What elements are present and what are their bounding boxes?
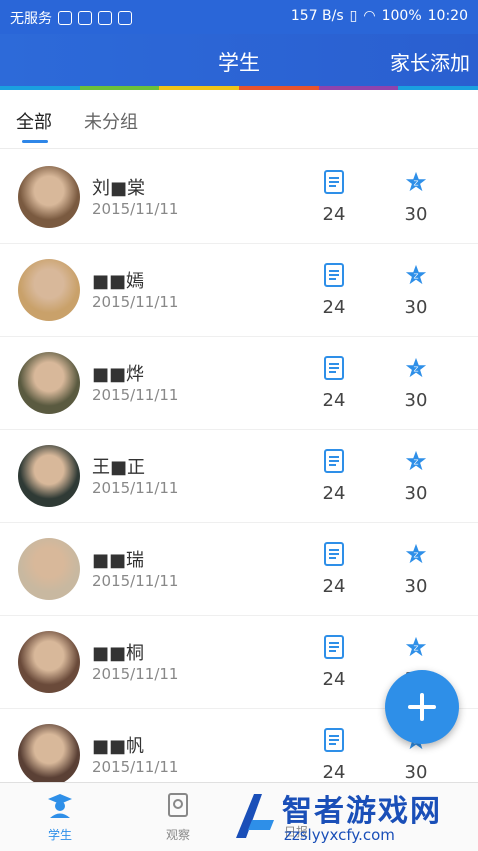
- student-avatar: [18, 724, 80, 782]
- student-avatar: [18, 166, 80, 228]
- star-icon: Z: [405, 357, 427, 378]
- svg-text:Z: Z: [413, 458, 418, 467]
- nav-label: 学生: [47, 828, 72, 842]
- nav-students[interactable]: 学生: [20, 791, 100, 843]
- vibrate-icon: ▯: [349, 8, 358, 24]
- active-tab-indicator: [22, 140, 48, 143]
- svg-text:Z: Z: [413, 179, 418, 188]
- wifi-icon: ◠: [363, 8, 376, 24]
- student-avatar: [18, 631, 80, 693]
- student-avatar: [18, 352, 80, 414]
- stars-count: 30: [404, 297, 428, 318]
- student-name: ■■烨: [92, 364, 145, 385]
- watermark-logo-icon: [236, 794, 274, 838]
- student-name: 刘■棠: [92, 178, 146, 199]
- student-name: ■■瑞: [92, 550, 145, 571]
- student-avatar: [18, 445, 80, 507]
- document-icon: [324, 449, 344, 473]
- parent-add-button[interactable]: 家长添加: [390, 47, 470, 76]
- star-icon: Z: [405, 450, 427, 471]
- app-header: 学生 家长添加: [0, 34, 478, 86]
- student-icon: [48, 794, 72, 818]
- student-date: 2015/11/11: [92, 665, 179, 683]
- svg-text:Z: Z: [413, 551, 418, 560]
- student-date: 2015/11/11: [92, 758, 179, 776]
- student-date: 2015/11/11: [92, 572, 179, 590]
- stars-count: 30: [404, 483, 428, 504]
- app-notification-icon: [78, 11, 92, 25]
- records-count: 24: [322, 576, 346, 597]
- records-count: 24: [322, 204, 346, 225]
- student-name: 王■正: [92, 457, 146, 478]
- student-avatar: [18, 259, 80, 321]
- student-row[interactable]: 王■正 2015/11/11 24 Z 30: [0, 429, 478, 523]
- nav-label: 观察: [165, 828, 190, 842]
- document-icon: [324, 356, 344, 380]
- tab-ungrouped[interactable]: 未分组: [84, 108, 138, 134]
- star-icon: Z: [405, 171, 427, 192]
- status-bar: 无服务 157 B/s ▯ ◠ 100% 10:20: [0, 0, 478, 34]
- student-avatar: [18, 538, 80, 600]
- student-date: 2015/11/11: [92, 386, 179, 404]
- stars-count: 30: [404, 390, 428, 411]
- student-date: 2015/11/11: [92, 200, 179, 218]
- carrier-text: 无服务: [10, 11, 52, 27]
- watermark-url: zzslyyxcfy.com: [284, 826, 395, 844]
- star-icon: Z: [405, 264, 427, 285]
- nav-observe[interactable]: 观察: [138, 791, 218, 843]
- student-name: ■■嫣: [92, 271, 145, 292]
- student-name: ■■桐: [92, 643, 145, 664]
- network-speed: 157 B/s: [290, 8, 344, 24]
- student-date: 2015/11/11: [92, 293, 179, 311]
- student-row[interactable]: 刘■棠 2015/11/11 24 Z 30: [0, 150, 478, 244]
- document-icon: [324, 263, 344, 287]
- svg-text:Z: Z: [413, 365, 418, 374]
- records-count: 24: [322, 669, 346, 690]
- group-tabs: 全部 未分组: [0, 90, 478, 149]
- app-notification-icon: [98, 11, 112, 25]
- records-count: 24: [322, 762, 346, 782]
- usb-icon: [58, 11, 72, 25]
- document-icon: [324, 542, 344, 566]
- document-icon: [324, 635, 344, 659]
- clock: 10:20: [427, 8, 468, 24]
- records-count: 24: [322, 390, 346, 411]
- star-icon: Z: [405, 543, 427, 564]
- battery-level: 100%: [381, 8, 422, 24]
- stars-count: 30: [404, 204, 428, 225]
- tab-all[interactable]: 全部: [16, 108, 52, 134]
- records-count: 24: [322, 483, 346, 504]
- watermark: 智者游戏网 zzslyyxcfy.com: [232, 784, 478, 848]
- stars-count: 30: [404, 762, 428, 782]
- add-student-button[interactable]: [385, 670, 459, 744]
- stars-count: 30: [404, 576, 428, 597]
- student-row[interactable]: ■■嫣 2015/11/11 24 Z 30: [0, 243, 478, 337]
- notebook-icon: [168, 793, 188, 817]
- watermark-brand: 智者游戏网: [282, 794, 442, 829]
- svg-text:Z: Z: [413, 272, 418, 281]
- student-row[interactable]: ■■瑞 2015/11/11 24 Z 30: [0, 522, 478, 616]
- star-icon: Z: [405, 636, 427, 657]
- svg-text:Z: Z: [413, 644, 418, 653]
- records-count: 24: [322, 297, 346, 318]
- music-icon: [118, 11, 132, 25]
- document-icon: [324, 170, 344, 194]
- student-date: 2015/11/11: [92, 479, 179, 497]
- student-row[interactable]: ■■烨 2015/11/11 24 Z 30: [0, 336, 478, 430]
- student-name: ■■帆: [92, 736, 145, 757]
- document-icon: [324, 728, 344, 752]
